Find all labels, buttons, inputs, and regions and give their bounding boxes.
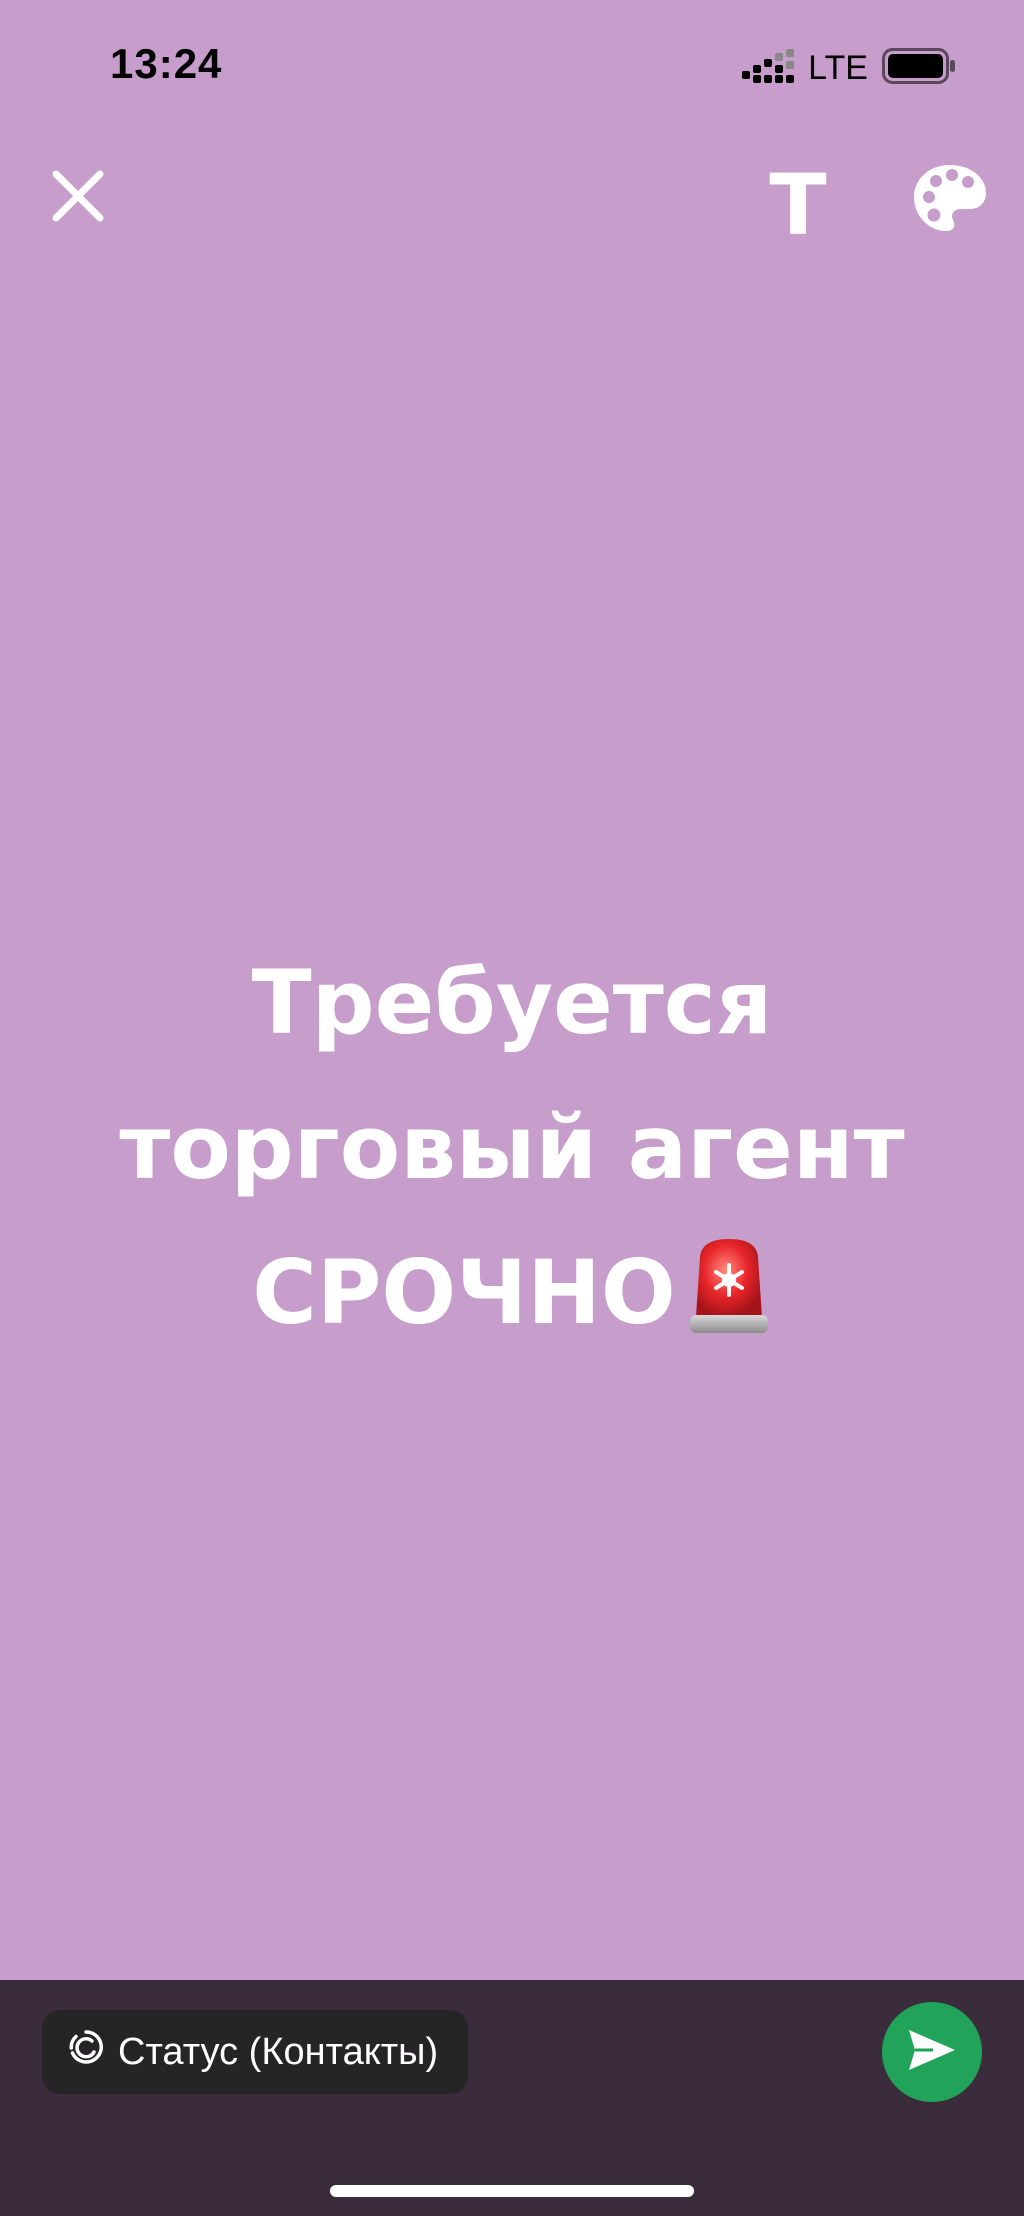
status-text-line-3: СРОЧНО <box>252 1241 676 1344</box>
text-style-button[interactable]: T <box>760 160 836 250</box>
status-bar-indicators: LTE <box>742 46 956 90</box>
close-icon <box>50 168 106 229</box>
bottom-bar: Статус (Контакты) <box>0 1980 1024 2216</box>
siren-icon <box>686 1234 772 1379</box>
status-bar-time: 13:24 <box>110 40 223 87</box>
battery-icon <box>882 47 956 89</box>
send-button[interactable] <box>882 2002 982 2102</box>
status-text[interactable]: Требуется торговый агент СРОЧНО <box>0 930 1024 1379</box>
home-indicator <box>330 2185 694 2197</box>
audience-selector[interactable]: Статус (Контакты) <box>42 2010 469 2094</box>
status-text-line-3-row: СРОЧНО <box>0 1220 1024 1379</box>
audience-label: Статус (Контакты) <box>118 2030 439 2073</box>
close-button[interactable] <box>40 160 116 236</box>
network-type: LTE <box>808 48 868 87</box>
status-ring-icon <box>68 2029 104 2075</box>
signal-icon <box>742 48 795 88</box>
status-text-line-2: торговый агент <box>119 1096 905 1199</box>
status-text-line-1: Требуется <box>251 951 773 1054</box>
send-icon <box>907 2028 957 2077</box>
color-palette-button[interactable] <box>908 158 992 242</box>
status-canvas[interactable]: 13:24 LTE T Требуется торговый агент СРО… <box>0 0 1024 1980</box>
palette-icon <box>912 163 988 238</box>
